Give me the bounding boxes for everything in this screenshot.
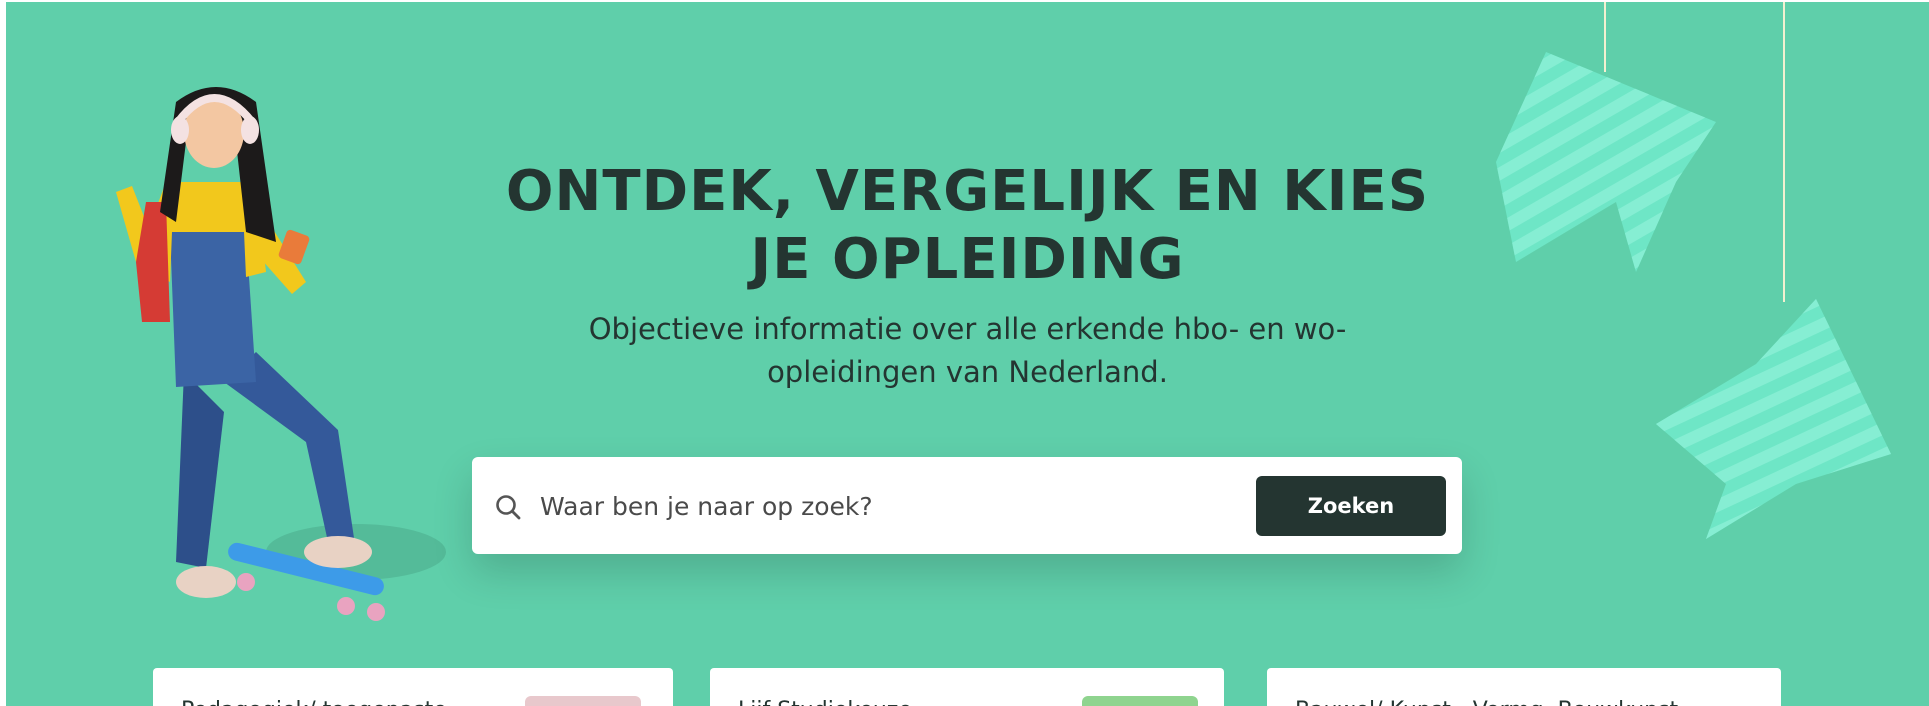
search-bar: Zoeken bbox=[472, 457, 1462, 554]
search-icon bbox=[496, 495, 521, 520]
program-card[interactable]: Pedagogiek/ toegepaste bbox=[153, 668, 673, 706]
program-card-thumbnail bbox=[1082, 696, 1198, 706]
search-input[interactable] bbox=[538, 479, 1242, 533]
program-card[interactable]: Bauwel/ Kunst - Vormg. Bouwkunst bbox=[1267, 668, 1781, 706]
page-subtitle-line: opleidingen van Nederland. bbox=[767, 355, 1168, 389]
search-button[interactable]: Zoeken bbox=[1256, 476, 1446, 536]
page-title: ONTDEK, VERGELIJK EN KIES JE OPLEIDING bbox=[6, 158, 1929, 294]
program-card-title: Bauwel/ Kunst - Vormg. Bouwkunst bbox=[1295, 698, 1678, 706]
page-subtitle: Objectieve informatie over alle erkende … bbox=[6, 308, 1929, 394]
page-title-line: JE OPLEIDING bbox=[750, 227, 1185, 292]
hero-section: ONTDEK, VERGELIJK EN KIES JE OPLEIDING O… bbox=[6, 2, 1929, 706]
page-title-line: ONTDEK, VERGELIJK EN KIES bbox=[505, 159, 1430, 224]
program-card-title: Lijf Studiekeuze bbox=[738, 698, 912, 706]
page-subtitle-line: Objectieve informatie over alle erkende … bbox=[588, 312, 1347, 346]
program-card-title: Pedagogiek/ toegepaste bbox=[181, 698, 447, 706]
program-card-thumbnail bbox=[525, 696, 641, 706]
program-card[interactable]: Lijf Studiekeuze bbox=[710, 668, 1224, 706]
